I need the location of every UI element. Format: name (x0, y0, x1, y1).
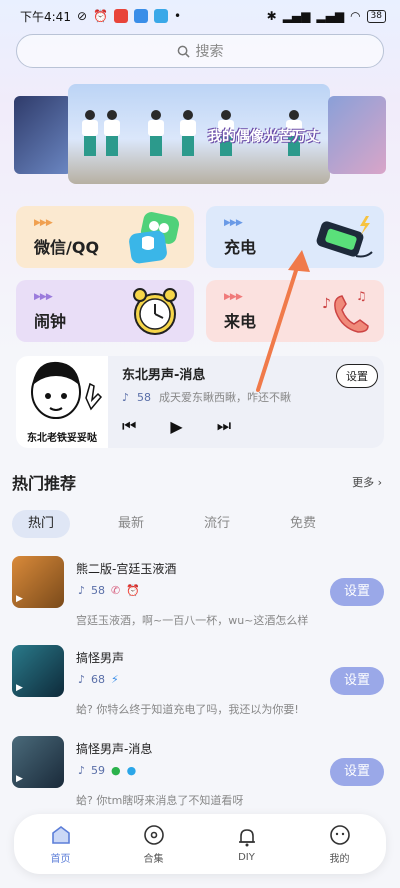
banner-carousel[interactable]: 我的偶像光芒万丈 (0, 80, 400, 190)
now-playing-title: 东北男声-消息 (122, 368, 206, 383)
feature-card-alarm[interactable]: ▶▶▶ 闹钟 (16, 280, 194, 342)
now-playing-card[interactable]: 东北老铁妥妥哒 东北男声-消息 ♪ 58 成天爱东瞅西瞅，咋还不瞅 ⏮ ▶ ⏭ … (16, 356, 384, 448)
tab-free[interactable]: 免费 (270, 510, 356, 538)
cloud-notification-icon (133, 9, 148, 23)
music-note-icon: ♪ (78, 764, 86, 777)
previous-track-icon[interactable]: ⏮ (122, 416, 136, 436)
bluetooth-icon: ✱ (266, 9, 277, 23)
phone-handset-icon: ♪ ♫ (322, 289, 369, 333)
banner-prev-slide[interactable] (14, 96, 72, 174)
status-time: 下午4:41 (20, 9, 71, 24)
play-count: 68 (91, 673, 106, 686)
song-description: 宫廷玉液酒，啊~一百八一杯，wu~这酒怎么样 (76, 614, 309, 627)
app-notification-icon (113, 9, 128, 23)
dot-icon: • (173, 9, 182, 23)
mute-icon: ⊘ (76, 9, 88, 23)
play-icon: ▶ (16, 774, 23, 784)
home-icon (51, 825, 70, 844)
banner-next-slide[interactable] (328, 96, 386, 174)
play-icon: ▶ (16, 594, 23, 604)
feature-grid: ▶▶▶ 微信/QQ ▶▶▶ 充电 ▶▶▶ 闹钟 ▶▶▶ 来电 ♪ ♫ (16, 206, 384, 344)
song-title: 搞怪男声 (76, 651, 125, 665)
song-thumbnail[interactable]: ▶ (12, 645, 64, 697)
song-title: 熊二版-宫廷玉液酒 (76, 562, 177, 576)
svg-text:♫: ♫ (356, 289, 367, 303)
wifi-icon: ◠ (350, 9, 361, 23)
nav-label: 合集 (143, 853, 164, 865)
song-description: 蛤? 你tm瞎呀来消息了不知道看呀 (76, 794, 244, 807)
song-title: 搞怪男声-消息 (76, 742, 153, 756)
music-note-icon: ♪ (78, 584, 86, 597)
song-meta: ♪ 58 ✆ ⏰ (78, 584, 140, 597)
search-input[interactable]: 搜索 (16, 34, 384, 68)
app2-notification-icon (153, 9, 168, 23)
play-icon: ▶ (16, 683, 23, 693)
bell-icon (238, 828, 255, 846)
alarm-clock-icon (133, 288, 177, 335)
banner-slide[interactable]: 我的偶像光芒万丈 (68, 84, 330, 184)
song-meta: ♪ 59 ● ● (78, 764, 136, 777)
next-track-icon[interactable]: ⏭ (217, 416, 231, 436)
song-thumbnail[interactable]: ▶ (12, 736, 64, 788)
wechat-icon: ● (111, 764, 121, 777)
charging-icon: ⚡ (111, 673, 119, 686)
signal-icon: ▂▄▆ (316, 9, 345, 23)
nav-label: DIY (238, 851, 255, 863)
chat-bubbles-icon (129, 212, 180, 264)
face-icon (329, 824, 350, 845)
disc-icon (143, 824, 164, 845)
bottom-nav: 首页 合集 DIY 我的 (14, 814, 386, 874)
song-thumbnail[interactable]: ▶ (12, 556, 64, 608)
feature-card-wechat-qq[interactable]: ▶▶▶ 微信/QQ (16, 206, 194, 268)
search-placeholder: 搜索 (195, 44, 224, 60)
cover-caption: 东北老铁妥妥哒 (27, 433, 97, 444)
tab-latest[interactable]: 最新 (98, 510, 184, 538)
playback-controls: ⏮ ▶ ⏭ (122, 416, 231, 436)
more-link[interactable]: 更多 › (352, 474, 382, 490)
svg-text:♪: ♪ (322, 296, 331, 312)
alarm-icon: ⏰ (93, 9, 108, 23)
song-list-item[interactable]: ▶ 搞怪男声-消息 ♪ 59 ● ● 蛤? 你tm瞎呀来消息了不知道看呀 设置 (12, 736, 388, 820)
play-count: 58 (91, 584, 106, 597)
play-count: 58 (137, 390, 152, 404)
nav-profile[interactable]: 我的 (310, 824, 370, 865)
battery-icon: 38 (366, 9, 386, 23)
nav-collection[interactable]: 合集 (124, 824, 184, 865)
pointer-arrow-icon (256, 250, 310, 392)
nav-home[interactable]: 首页 (31, 824, 91, 865)
play-icon[interactable]: ▶ (170, 417, 182, 436)
alarm-icon: ⏰ (126, 584, 140, 597)
set-ringtone-button[interactable]: 设置 (330, 667, 384, 695)
phone-icon: ✆ (111, 584, 121, 597)
qq-icon: ● (126, 764, 137, 777)
nav-label: 首页 (50, 853, 71, 865)
tab-popular[interactable]: 流行 (184, 510, 270, 538)
album-cover[interactable]: 东北老铁妥妥哒 (16, 356, 108, 448)
now-playing-set-button[interactable]: 设置 (336, 364, 378, 388)
phone-charging-icon (316, 216, 373, 258)
search-icon (177, 45, 190, 58)
category-tabs: 热门 最新 流行 免费 (12, 510, 356, 538)
song-list-item[interactable]: ▶ 搞怪男声 ♪ 68 ⚡ 蛤? 你特么终于知道充电了吗，我还以为你要! 设置 (12, 645, 388, 729)
banner-title: 我的偶像光芒万丈 (208, 129, 320, 145)
song-list-item[interactable]: ▶ 熊二版-宫廷玉液酒 ♪ 58 ✆ ⏰ 宫廷玉液酒，啊~一百八一杯，wu~这酒… (12, 556, 388, 640)
music-note-icon: ♪ (122, 390, 130, 404)
status-bar: 下午4:41 ⊘ ⏰ • ✱ ▂▄▆ ▂▄▆ ◠ 38 (0, 0, 400, 32)
set-ringtone-button[interactable]: 设置 (330, 758, 384, 786)
song-meta: ♪ 68 ⚡ (78, 673, 119, 686)
meme-face-image (31, 361, 103, 419)
music-note-icon: ♪ (78, 673, 86, 686)
play-count: 59 (91, 764, 106, 777)
section-heading: 热门推荐 (12, 474, 77, 493)
nav-diy[interactable]: DIY (217, 826, 277, 863)
tab-hot[interactable]: 热门 (12, 510, 70, 538)
hd-signal-icon: ▂▄▆ (282, 9, 311, 23)
set-ringtone-button[interactable]: 设置 (330, 578, 384, 606)
song-description: 蛤? 你特么终于知道充电了吗，我还以为你要! (76, 703, 299, 716)
nav-label: 我的 (329, 853, 350, 865)
